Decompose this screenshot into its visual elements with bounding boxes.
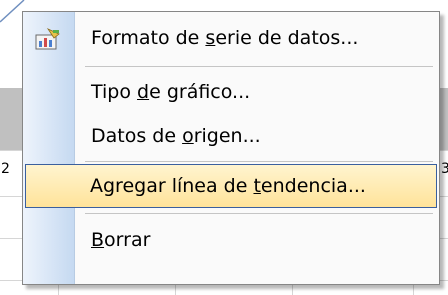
cell-text-left: 2: [1, 161, 10, 177]
menu-item-label: Formato de serie de datos...: [91, 27, 359, 49]
menu-separator: [85, 213, 433, 214]
menu-item-format-data-series[interactable]: Formato de serie de datos...: [25, 16, 437, 60]
context-menu: Formato de serie de datos... Tipo de grá…: [22, 11, 440, 285]
menu-separator: [85, 161, 433, 162]
menu-item-label: Borrar: [91, 229, 151, 251]
cell-text-right: 3: [441, 161, 448, 177]
menu-item-delete[interactable]: Borrar: [25, 218, 437, 262]
format-series-icon: [35, 28, 60, 50]
menu-item-add-trendline[interactable]: Agregar línea de tendencia...: [25, 164, 437, 208]
menu-item-label: Tipo de gráfico...: [91, 81, 251, 103]
menu-item-label: Agregar línea de tendencia...: [90, 175, 366, 197]
menu-item-source-data[interactable]: Datos de origen...: [25, 114, 437, 158]
menu-item-chart-type[interactable]: Tipo de gráfico...: [25, 70, 437, 114]
menu-item-label: Datos de origen...: [91, 125, 261, 147]
menu-separator: [85, 66, 433, 67]
